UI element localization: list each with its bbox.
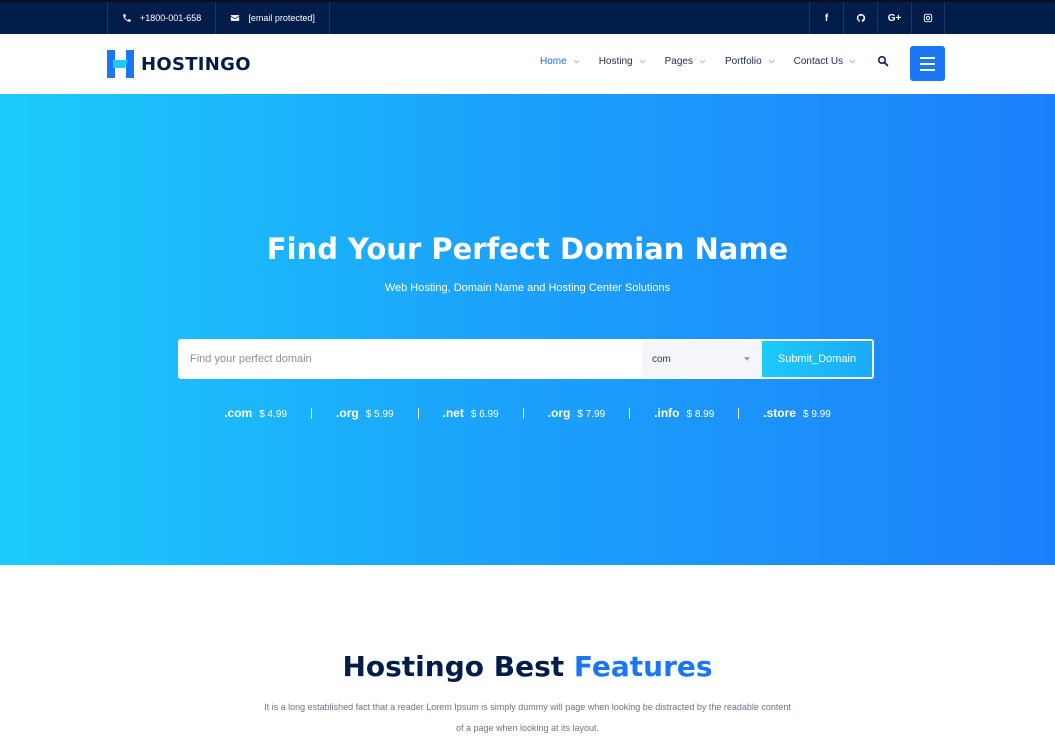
domain-price-item: .org $ 7.99 bbox=[548, 406, 605, 420]
chevron-down-icon bbox=[699, 59, 706, 64]
domain-search-input[interactable] bbox=[180, 341, 642, 377]
nav-label-home: Home bbox=[540, 55, 567, 67]
instagram-icon bbox=[923, 13, 933, 23]
domain-price: $ 6.99 bbox=[470, 409, 499, 420]
google-plus-link[interactable]: G+ bbox=[877, 2, 911, 34]
price-divider bbox=[417, 407, 419, 419]
domain-extension: .com bbox=[224, 406, 253, 420]
hero-section: Find Your Perfect Domian Name Web Hostin… bbox=[0, 94, 1055, 565]
domain-price: $ 4.99 bbox=[259, 409, 288, 420]
features-heading: Hostingo Best Features bbox=[0, 650, 1055, 683]
nav-item-contact-us[interactable]: Contact Us bbox=[794, 56, 856, 67]
domain-search-form: com Submit_Domain bbox=[178, 339, 874, 379]
nav-label-contact-us: Contact Us bbox=[793, 55, 844, 67]
domain-extension: .net bbox=[442, 406, 464, 420]
domain-price-list: .com $ 4.99 .org $ 5.99 .net $ 6.99 .org… bbox=[0, 406, 1055, 420]
hostingo-logo-icon bbox=[107, 50, 134, 78]
features-heading-highlight: Features bbox=[573, 650, 713, 683]
price-divider bbox=[522, 407, 524, 419]
nav-item-home[interactable]: Home bbox=[540, 56, 580, 67]
github-icon bbox=[856, 13, 865, 22]
main-navigation: Home Hosting Pages Portfolio Contact Us bbox=[540, 55, 889, 67]
hero-subtitle: Web Hosting, Domain Name and Hosting Cen… bbox=[384, 282, 671, 294]
google-plus-icon: G+ bbox=[887, 12, 902, 24]
facebook-icon: f bbox=[824, 12, 829, 24]
nav-item-pages[interactable]: Pages bbox=[665, 56, 706, 67]
domain-price-item: .store $ 9.99 bbox=[763, 406, 831, 420]
nav-item-portfolio[interactable]: Portfolio bbox=[725, 56, 775, 67]
instagram-link[interactable] bbox=[911, 2, 945, 34]
nav-label-pages: Pages bbox=[664, 55, 693, 67]
menu-bar bbox=[920, 62, 935, 65]
chevron-down-icon bbox=[849, 59, 856, 64]
domain-extension: .org bbox=[336, 406, 359, 420]
domain-price-item: .com $ 4.99 bbox=[224, 406, 287, 420]
hamburger-menu-button[interactable] bbox=[910, 46, 945, 81]
tld-select[interactable]: com bbox=[642, 341, 762, 377]
facebook-link[interactable]: f bbox=[809, 2, 843, 34]
tld-selected-value: com bbox=[652, 353, 671, 365]
domain-price-item: .info $ 8.99 bbox=[654, 406, 714, 420]
nav-item-hosting[interactable]: Hosting bbox=[599, 56, 646, 67]
chevron-down-icon bbox=[573, 59, 580, 64]
hero-title: Find Your Perfect Domian Name bbox=[266, 232, 789, 266]
domain-price-item: .net $ 6.99 bbox=[443, 406, 499, 420]
domain-price: $ 8.99 bbox=[686, 409, 715, 420]
price-divider bbox=[311, 407, 313, 419]
domain-price: $ 9.99 bbox=[802, 409, 831, 420]
features-description: It is a long established fact that a rea… bbox=[264, 702, 791, 733]
chevron-down-icon bbox=[768, 59, 775, 64]
domain-extension: .info bbox=[654, 406, 680, 420]
top-bar: +1800-001-658 [email protected] f G+ bbox=[0, 0, 1055, 34]
logo-text: HOSTINGO bbox=[141, 53, 251, 75]
caret-down-icon bbox=[744, 357, 750, 361]
envelope-icon bbox=[231, 15, 240, 21]
main-header: HOSTINGO Home Hosting Pages Portfolio Co… bbox=[0, 34, 1055, 94]
menu-bar bbox=[920, 68, 935, 71]
domain-extension: .store bbox=[763, 406, 796, 420]
domain-extension: .org bbox=[547, 406, 571, 420]
chevron-down-icon bbox=[639, 59, 646, 64]
github-link[interactable] bbox=[843, 2, 877, 34]
nav-label-portfolio: Portfolio bbox=[724, 55, 762, 67]
site-logo[interactable]: HOSTINGO bbox=[107, 50, 251, 78]
phone-icon bbox=[123, 14, 131, 22]
email-address: [email protected] bbox=[248, 13, 315, 23]
domain-price-item: .org $ 5.99 bbox=[336, 406, 393, 420]
domain-price: $ 7.99 bbox=[577, 409, 606, 420]
search-icon[interactable] bbox=[877, 55, 889, 67]
price-divider bbox=[738, 407, 740, 419]
price-divider bbox=[629, 407, 631, 419]
phone-number: +1800-001-658 bbox=[140, 13, 202, 23]
menu-bar bbox=[920, 56, 935, 59]
features-heading-main: Hostingo Best bbox=[342, 650, 565, 683]
domain-price: $ 5.99 bbox=[365, 409, 394, 420]
email-contact[interactable]: [email protected] bbox=[216, 2, 330, 34]
phone-contact[interactable]: +1800-001-658 bbox=[107, 2, 217, 34]
nav-label-hosting: Hosting bbox=[598, 55, 633, 67]
submit-domain-button[interactable]: Submit_Domain bbox=[762, 341, 872, 377]
